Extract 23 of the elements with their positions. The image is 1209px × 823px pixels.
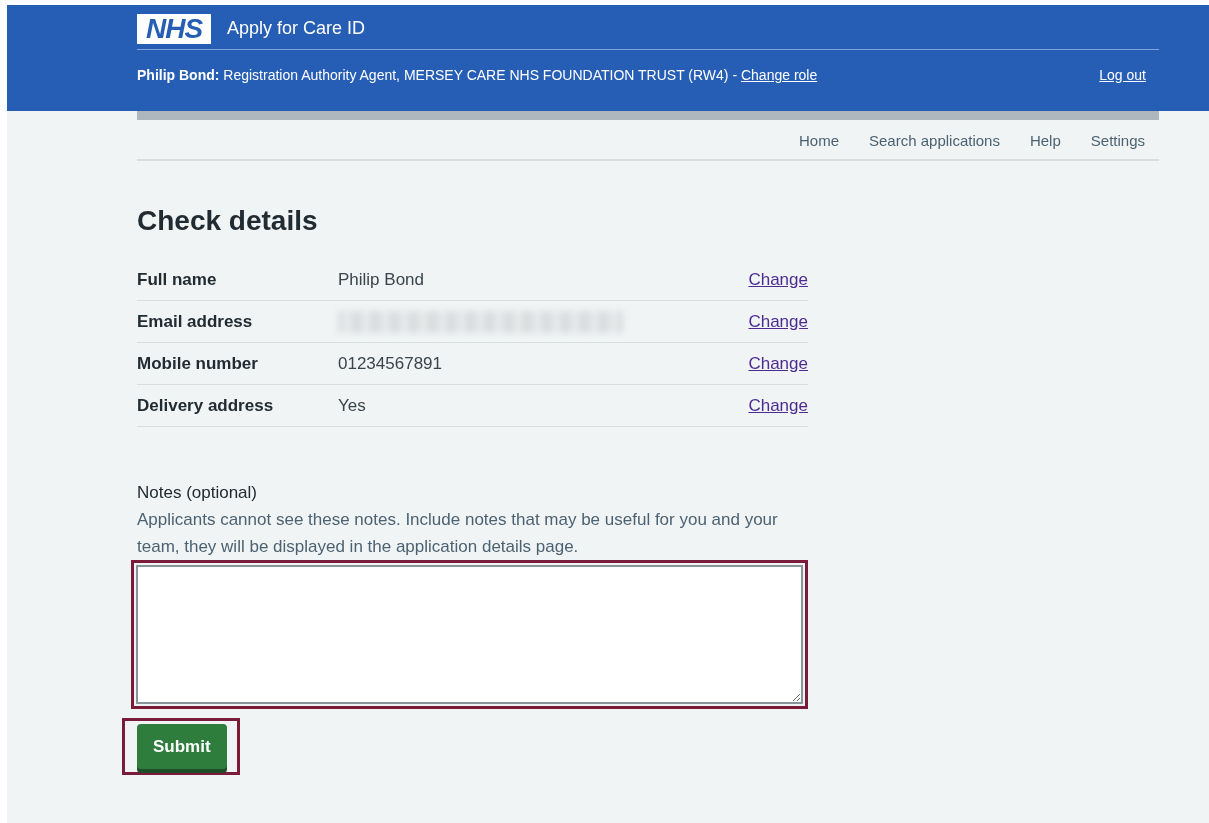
summary-value: Philip Bond xyxy=(338,269,424,289)
nav-link[interactable]: Settings xyxy=(1090,131,1145,149)
change-link[interactable]: Change xyxy=(748,353,808,374)
summary-value: 01234567891 xyxy=(338,353,442,373)
nav-link[interactable]: Help xyxy=(1029,131,1061,149)
page-title: Check details xyxy=(137,205,319,237)
summary-value: Yes xyxy=(338,395,366,415)
summary-key: Email address xyxy=(137,311,338,332)
change-link[interactable]: Change xyxy=(748,311,808,332)
summary-key: Full name xyxy=(137,269,338,290)
role-text: Philip Bond: Registration Authority Agent, MERSEY CARE NHS FOUNDATION TRUST (RW4) - Change role xyxy=(137,67,818,83)
change-link[interactable]: Change xyxy=(748,269,808,290)
service-name: Apply for Care ID xyxy=(227,18,366,39)
notes-hint: Applicants cannot see these notes. Include notes that may be useful for you and your team, they will be displayed in the application details page. xyxy=(137,509,779,558)
change-link[interactable]: Change xyxy=(748,395,808,416)
notes-label: Notes (optional) xyxy=(137,483,258,503)
summary-key: Mobile number xyxy=(137,353,338,374)
nav-link[interactable]: Home xyxy=(799,131,839,149)
logout-link[interactable]: Log out xyxy=(1099,67,1146,83)
change-role-link[interactable]: Change role xyxy=(740,67,818,83)
nav-link[interactable]: Search applications xyxy=(869,131,1000,149)
summary-key: Delivery address xyxy=(137,395,338,416)
nhs-logo[interactable]: NHS xyxy=(137,13,211,44)
